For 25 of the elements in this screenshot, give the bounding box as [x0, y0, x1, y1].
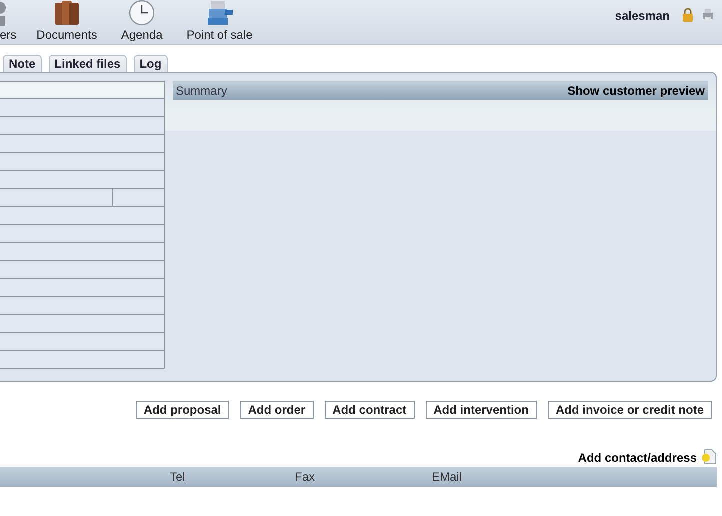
- column-header: EMail: [432, 470, 462, 484]
- summary-title: Summary: [176, 84, 228, 98]
- printer-icon[interactable]: [702, 8, 714, 22]
- table-cell: [113, 189, 165, 207]
- action-button[interactable]: Add intervention: [426, 401, 537, 419]
- column-header: Tel: [170, 470, 186, 484]
- person-icon: [0, 0, 8, 26]
- clock-icon: [127, 0, 158, 26]
- action-button[interactable]: Add proposal: [136, 401, 230, 419]
- lock-icon[interactable]: [682, 8, 694, 22]
- tab[interactable]: Linked files: [48, 55, 127, 72]
- action-button[interactable]: Add order: [240, 401, 314, 419]
- action-button[interactable]: Add contract: [324, 401, 415, 419]
- menu-item[interactable]: Documents: [36, 0, 98, 42]
- column-header: Fax: [295, 470, 316, 484]
- action-button[interactable]: Add invoice or credit note: [548, 401, 712, 419]
- menu-item[interactable]: Agenda: [121, 0, 163, 42]
- tab[interactable]: Note: [3, 55, 42, 72]
- customer-preview-link[interactable]: Show customer preview: [568, 84, 705, 98]
- new-document-icon[interactable]: [701, 449, 717, 465]
- menu-item[interactable]: Point of sale: [186, 0, 253, 42]
- add-contact-link[interactable]: Add contact/address: [578, 451, 697, 465]
- menu-item[interactable]: ers: [0, 0, 17, 42]
- tab[interactable]: Log: [134, 55, 168, 72]
- user-name: salesman: [615, 9, 670, 23]
